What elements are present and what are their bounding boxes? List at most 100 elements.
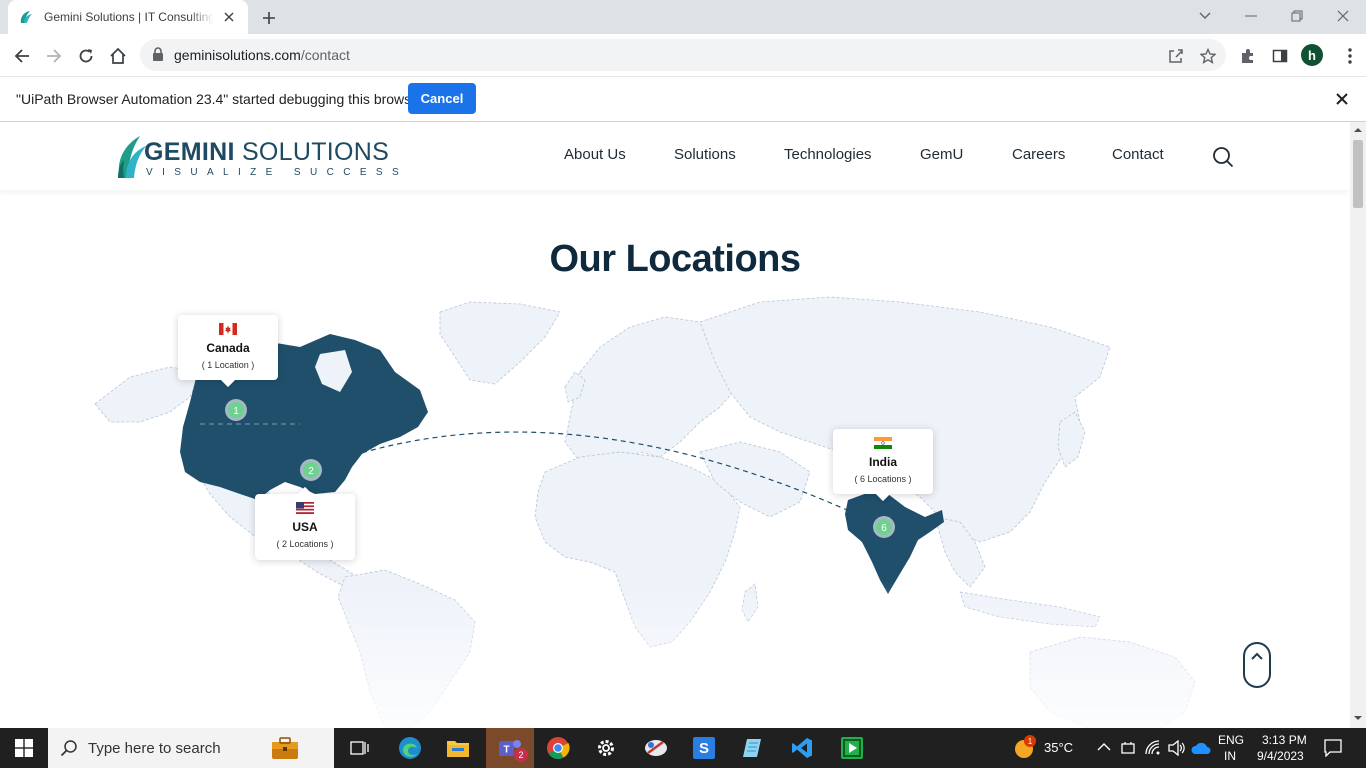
new-tab-button[interactable] [258,7,280,29]
logo-wordmark: GEMINI SOLUTIONS [144,138,389,167]
gemini-leaf-logo-icon [118,136,146,178]
teams-icon[interactable]: T 2 [486,728,534,768]
file-explorer-icon[interactable] [434,728,482,768]
chevron-up-icon [1251,652,1263,660]
location-card-usa[interactable]: USA ( 2 Locations ) [255,494,355,560]
location-name-india: India [868,455,897,469]
address-bar[interactable]: geminisolutions.com/contact [140,39,1226,71]
logo-word-solutions: SOLUTIONS [234,138,390,166]
map-japan [1057,411,1086,468]
share-icon[interactable] [1164,44,1188,68]
pin-canada[interactable]: 1 [225,399,247,421]
teams-badge: 2 [514,748,528,762]
taskbar-search-placeholder: Type here to search [88,740,221,757]
notifications-icon[interactable] [1324,739,1342,757]
cancel-debugging-button[interactable]: Cancel [408,83,476,114]
wifi-icon[interactable] [1145,740,1163,756]
language-bottom[interactable]: IN [1224,749,1236,763]
url-text: geminisolutions.com/contact [174,47,350,63]
map-greenland [439,301,561,385]
clock-date[interactable]: 9/4/2023 [1257,749,1304,763]
location-name-canada: Canada [206,341,250,355]
vscode-icon[interactable] [778,728,826,768]
back-icon[interactable] [10,44,34,68]
uipath-studio-icon[interactable]: S [680,728,728,768]
canada-flag-icon [219,323,237,335]
debugging-infobar: "UiPath Browser Automation 23.4" started… [0,77,1366,122]
browser-tab[interactable]: Gemini Solutions | IT Consulting, Soluti… [8,0,248,34]
chrome-icon[interactable] [534,728,582,768]
location-count-india: ( 6 Locations ) [854,474,912,484]
url-host: geminisolutions.com [174,47,301,63]
windows-start-icon[interactable] [0,728,48,768]
close-infobar-icon[interactable] [1333,90,1351,108]
close-window-icon[interactable] [1331,5,1355,27]
svg-text:T: T [503,745,509,756]
bookmark-star-icon[interactable] [1196,44,1220,68]
onedrive-cloud-icon[interactable] [1191,741,1211,755]
nav-technologies[interactable]: Technologies [784,146,872,163]
gemini-leaf-icon [20,11,32,23]
restore-icon[interactable] [1285,5,1309,27]
profile-avatar[interactable]: h [1301,44,1323,66]
search-icon[interactable] [1212,146,1234,168]
map-india-highlight [845,492,944,594]
location-count-usa: ( 2 Locations ) [276,539,334,549]
show-hidden-icons-chevron-icon[interactable] [1097,742,1111,752]
home-icon[interactable] [106,44,130,68]
minimize-icon[interactable] [1239,5,1263,27]
nav-solutions[interactable]: Solutions [674,146,736,163]
logo-tagline: VISUALIZE SUCCESS [146,167,409,178]
briefcase-icon [272,737,298,759]
uipath-robot-icon[interactable] [828,728,876,768]
location-card-canada[interactable]: Canada ( 1 Location ) [178,315,278,380]
scrollbar-thumb[interactable] [1353,140,1363,208]
temperature-text[interactable]: 35°C [1044,740,1073,755]
svg-text:S: S [699,740,709,757]
edge-browser-icon[interactable] [386,728,434,768]
volume-icon[interactable] [1168,740,1186,756]
reload-icon[interactable] [74,44,98,68]
url-path: /contact [300,47,350,63]
clock-time[interactable]: 3:13 PM [1262,733,1307,747]
browser-toolbar: geminisolutions.com/contact h [0,34,1366,77]
task-view-icon[interactable] [336,728,384,768]
infobar-message: "UiPath Browser Automation 23.4" started… [16,91,424,107]
taskbar-search-icon [60,740,77,757]
tab-search-icon[interactable] [1193,5,1217,27]
taskbar-search-box[interactable]: Type here to search [48,728,334,768]
notepad-icon[interactable] [728,728,776,768]
location-card-india[interactable]: India ( 6 Locations ) [833,429,933,494]
scroll-down-arrow-icon[interactable] [1354,714,1362,722]
menu-kebab-icon[interactable] [1338,44,1362,68]
nav-contact[interactable]: Contact [1112,146,1164,163]
forward-icon[interactable] [42,44,66,68]
snipping-tool-icon[interactable] [632,728,680,768]
windows-taskbar: Type here to search T 2 S 1 35°C ENG IN … [0,728,1366,768]
nav-gemu[interactable]: GemU [920,146,963,163]
scroll-up-arrow-icon[interactable] [1354,126,1362,134]
gemini-logo[interactable]: GEMINI SOLUTIONS VISUALIZE SUCCESS [116,132,399,180]
back-to-top-button[interactable] [1243,642,1271,688]
pin-india[interactable]: 6 [873,516,895,538]
pin-usa[interactable]: 2 [300,459,322,481]
world-map: 1 2 6 [0,296,1350,728]
page-viewport: 1 2 6 GEMINI SOLUTIONS VISUALIZE SUCCESS… [0,122,1350,728]
location-name-usa: USA [292,520,318,534]
pin-usa-label: 2 [308,466,314,477]
battery-plug-icon[interactable] [1120,740,1136,756]
lock-icon[interactable] [152,47,164,61]
usa-flag-icon [296,502,314,514]
nav-about-us[interactable]: About Us [564,146,626,163]
language-top[interactable]: ENG [1218,733,1244,747]
settings-gear-icon[interactable] [582,728,630,768]
india-flag-icon [874,437,892,449]
extensions-puzzle-icon[interactable] [1236,44,1260,68]
pin-canada-label: 1 [233,406,239,417]
side-panel-icon[interactable] [1268,44,1292,68]
site-header: GEMINI SOLUTIONS VISUALIZE SUCCESS About… [0,122,1350,190]
close-tab-icon[interactable] [220,8,238,26]
pin-india-label: 6 [881,523,887,534]
nav-careers[interactable]: Careers [1012,146,1065,163]
page-scrollbar[interactable] [1350,122,1366,728]
